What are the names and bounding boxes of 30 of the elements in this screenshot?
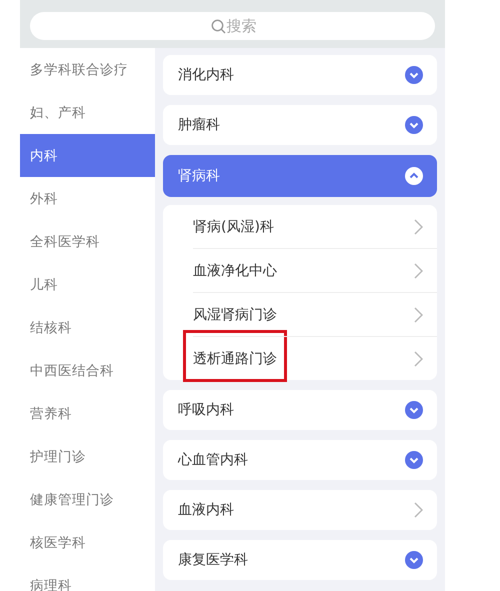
sidebar-item[interactable]: 内科 <box>20 134 155 177</box>
sidebar-item[interactable]: 健康管理门诊 <box>20 478 155 521</box>
search-field[interactable]: 搜索 <box>30 12 435 40</box>
sidebar-item[interactable]: 中西医结合科 <box>20 349 155 392</box>
department-item[interactable]: 消化内科 <box>163 55 437 95</box>
department-item[interactable]: 康复医学科 <box>163 540 437 580</box>
department-item[interactable]: 肿瘤科 <box>163 105 437 145</box>
department-item[interactable]: 心血管内科 <box>163 440 437 480</box>
sidebar-item[interactable]: 营养科 <box>20 392 155 435</box>
sidebar-item[interactable]: 妇、产科 <box>20 91 155 134</box>
sidebar-item[interactable]: 儿科 <box>20 263 155 306</box>
sidebar-item[interactable]: 结核科 <box>20 306 155 349</box>
clinic-item[interactable]: 血液净化中心 <box>193 248 437 292</box>
chevron-right-icon <box>414 350 423 366</box>
sidebar-item[interactable]: 核医学科 <box>20 521 155 564</box>
clinic-item[interactable]: 肾病(风湿)科 <box>193 205 437 248</box>
chevron-right-icon <box>414 218 423 234</box>
sidebar-item[interactable]: 外科 <box>20 177 155 220</box>
sidebar-item[interactable]: 全科医学科 <box>20 220 155 263</box>
sidebar-item[interactable]: 多学科联合诊疗 <box>20 48 155 91</box>
clinic-item[interactable]: 透析通路门诊 <box>193 336 437 380</box>
department-item[interactable]: 血液内科 <box>163 490 437 530</box>
chevron-right-icon <box>414 306 423 322</box>
clinic-item[interactable]: 风湿肾病门诊 <box>193 292 437 336</box>
chevron-right-icon <box>414 502 423 518</box>
department-item[interactable]: 呼吸内科 <box>163 390 437 430</box>
department-item[interactable]: 肾病科 <box>163 155 437 197</box>
chevron-right-icon <box>414 262 423 278</box>
sidebar-item[interactable]: 病理科 <box>20 564 155 591</box>
sidebar-item[interactable]: 护理门诊 <box>20 435 155 478</box>
